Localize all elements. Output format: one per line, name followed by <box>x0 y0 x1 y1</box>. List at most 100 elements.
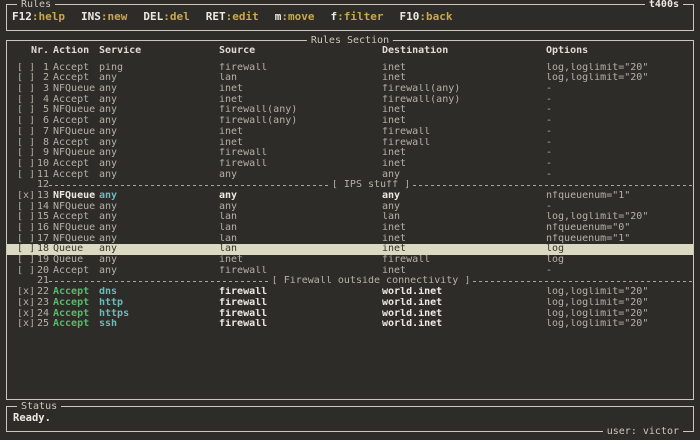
menu-item-del[interactable]: DEL:del <box>143 10 189 23</box>
rule-checkbox[interactable]: [ ] <box>17 170 35 181</box>
separator-checkbox <box>17 276 35 287</box>
rule-checkbox[interactable]: [ ] <box>17 84 35 95</box>
rule-source: firewall(any) <box>219 116 382 127</box>
rule-checkbox[interactable]: [ ] <box>17 244 35 255</box>
rule-source: any <box>219 170 382 181</box>
menu-item-edit[interactable]: RET:edit <box>206 10 259 23</box>
rule-destination: world.inet <box>382 287 546 298</box>
rule-options: log,loglimit="20" <box>546 287 693 298</box>
col-header-options: Options <box>546 46 693 57</box>
menu-key-edit: RET <box>206 10 226 23</box>
rule-checkbox[interactable]: [x] <box>17 309 35 320</box>
menu-item-filter[interactable]: f:filter <box>331 10 384 23</box>
table-row[interactable]: [ ]3NFQueueanyinetfirewall(any)- <box>7 84 693 95</box>
rule-number: 2 <box>35 73 49 84</box>
rule-destination: inet <box>382 105 546 116</box>
rule-options: log,loglimit="20" <box>546 63 693 74</box>
rule-checkbox[interactable]: [ ] <box>17 138 35 149</box>
table-row[interactable]: [ ]5NFQueueanyfirewall(any)inet- <box>7 105 693 116</box>
rule-checkbox[interactable]: [ ] <box>17 127 35 138</box>
table-row[interactable]: [x]25Acceptsshfirewallworld.inetlog,logl… <box>7 319 693 330</box>
rule-checkbox[interactable]: [ ] <box>17 212 35 223</box>
table-row[interactable]: [ ]6Acceptanyfirewall(any)inet- <box>7 116 693 127</box>
menu-label-new: :new <box>101 10 128 23</box>
table-row[interactable]: [ ]17NFQueueanylaninetnfqueuenum="1" <box>7 234 693 245</box>
table-row[interactable]: [ ]2Acceptanylaninetlog,loglimit="20" <box>7 73 693 84</box>
table-row[interactable]: [ ]14NFQueueanyanyany- <box>7 202 693 213</box>
status-message: Ready. <box>7 407 693 424</box>
rule-action: Accept <box>49 116 99 127</box>
rule-service: any <box>99 223 219 234</box>
table-row[interactable]: [ ]1Acceptpingfirewallinetlog,loglimit="… <box>7 63 693 74</box>
table-row[interactable]: [ ]10Acceptanyfirewallinet- <box>7 159 693 170</box>
rule-checkbox[interactable]: [ ] <box>17 63 35 74</box>
table-row[interactable]: [ ]20Acceptanyfirewallinet- <box>7 266 693 277</box>
menu-item-help[interactable]: F12:help <box>12 10 65 23</box>
rule-checkbox[interactable]: [ ] <box>17 159 35 170</box>
separator-dashes <box>413 185 693 186</box>
rule-number: 4 <box>35 95 49 106</box>
rule-number: 5 <box>35 105 49 116</box>
rule-destination: inet <box>382 266 546 277</box>
rule-destination: inet <box>382 116 546 127</box>
rule-checkbox[interactable]: [ ] <box>17 105 35 116</box>
rule-action: Accept <box>49 63 99 74</box>
separator-line: [ Firewall outside connectivity ] <box>49 276 693 287</box>
rule-checkbox[interactable]: [ ] <box>17 223 35 234</box>
rule-checkbox[interactable]: [x] <box>17 287 35 298</box>
table-row[interactable]: [x]22Acceptdnsfirewallworld.inetlog,logl… <box>7 287 693 298</box>
rule-destination: any <box>382 202 546 213</box>
rule-checkbox[interactable]: [ ] <box>17 73 35 84</box>
rule-source: firewall <box>219 287 382 298</box>
rule-source: lan <box>219 244 382 255</box>
table-row[interactable]: [ ]16NFQueueanylaninetnfqueuenum="0" <box>7 223 693 234</box>
rule-checkbox[interactable]: [ ] <box>17 148 35 159</box>
rule-source: firewall(any) <box>219 105 382 116</box>
rule-checkbox[interactable]: [ ] <box>17 116 35 127</box>
rule-destination: inet <box>382 159 546 170</box>
table-row[interactable]: [ ]7NFQueueanyinetfirewall- <box>7 127 693 138</box>
rule-options: - <box>546 116 693 127</box>
table-row[interactable]: [ ]4Acceptanyinetfirewall(any)- <box>7 95 693 106</box>
rule-options: - <box>546 148 693 159</box>
rule-source: any <box>219 191 382 202</box>
rule-service: any <box>99 105 219 116</box>
rule-service: dns <box>99 287 219 298</box>
rule-service: any <box>99 255 219 266</box>
table-row[interactable]: [ ]15Acceptanylanlanlog,loglimit="20" <box>7 212 693 223</box>
rule-service: any <box>99 212 219 223</box>
rule-checkbox[interactable]: [ ] <box>17 266 35 277</box>
table-row[interactable]: [x]23Accepthttpfirewallworld.inetlog,log… <box>7 298 693 309</box>
table-row[interactable]: [ ]19Queueanyinetfirewalllog <box>7 255 693 266</box>
rule-action: NFQueue <box>49 105 99 116</box>
rule-checkbox[interactable]: [x] <box>17 191 35 202</box>
rule-service: ssh <box>99 319 219 330</box>
table-row[interactable]: [x]13NFQueueanyanyanynfqueuenum="1" <box>7 191 693 202</box>
rule-number: 18 <box>35 244 49 255</box>
table-row[interactable]: [ ]11Acceptanyanyany- <box>7 170 693 181</box>
rule-checkbox[interactable]: [x] <box>17 319 35 330</box>
rule-service: any <box>99 148 219 159</box>
rule-options: log,loglimit="20" <box>546 319 693 330</box>
rule-number: 25 <box>35 319 49 330</box>
table-row[interactable]: [ ]18Queueanylaninetlog <box>7 244 693 255</box>
rule-checkbox[interactable]: [ ] <box>17 95 35 106</box>
menu-item-back[interactable]: F10:back <box>399 10 452 23</box>
menu-item-move[interactable]: m:move <box>275 10 315 23</box>
rule-number: 23 <box>35 298 49 309</box>
table-row[interactable]: [x]24Accepthttpsfirewallworld.inetlog,lo… <box>7 309 693 320</box>
rule-number: 8 <box>35 138 49 149</box>
rule-options: nfqueuenum="1" <box>546 191 693 202</box>
rule-action: Accept <box>49 170 99 181</box>
rule-checkbox[interactable]: [x] <box>17 298 35 309</box>
rule-options: log,loglimit="20" <box>546 73 693 84</box>
rule-checkbox[interactable]: [ ] <box>17 202 35 213</box>
separator-checkbox <box>17 180 35 191</box>
table-row[interactable]: [ ]9NFQueueanyfirewallinet- <box>7 148 693 159</box>
rule-options: log <box>546 255 693 266</box>
table-row[interactable]: [ ]8Acceptanyinetfirewall- <box>7 138 693 149</box>
rule-checkbox[interactable]: [ ] <box>17 255 35 266</box>
rule-checkbox[interactable]: [ ] <box>17 234 35 245</box>
menu-item-new[interactable]: INS:new <box>81 10 127 23</box>
rules-section-window: Rules Section Nr.ActionServiceSourceDest… <box>6 40 694 400</box>
